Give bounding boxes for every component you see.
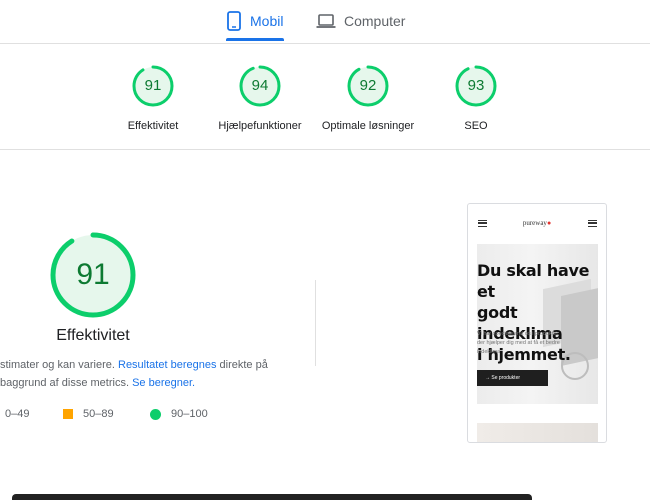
device-tabs: Mobil Computer [0, 0, 650, 44]
hero-title-line: Du skal have et [477, 261, 590, 301]
preview-header: pureway● [468, 204, 606, 242]
category-seo[interactable]: 93 SEO [416, 64, 536, 132]
hero-body: Vi har specialiseret os i produkter der … [477, 331, 560, 355]
preview-logo: pureway● [468, 219, 606, 227]
score-gauge: 91 [131, 64, 175, 108]
legend-pass-label: 90–100 [171, 408, 208, 420]
description-text: stimater og kan variere. [0, 359, 118, 371]
score-gauge: 92 [346, 64, 390, 108]
pass-circle-icon [150, 408, 161, 420]
logo-dot: ● [546, 219, 552, 227]
see-products-button: → Se produkter [477, 370, 548, 386]
bottom-dark-bar [12, 494, 532, 500]
legend-fail-label: 0–49 [5, 408, 30, 420]
description-text: baggrund af disse metrics. [0, 377, 133, 389]
see-calculator-link[interactable]: Se beregner. [132, 377, 195, 389]
category-scores: 91 Effektivitet 94 Hjælpefunktioner 92 O… [0, 44, 650, 150]
score-value: 91 [144, 77, 162, 94]
score-value: 92 [359, 77, 377, 94]
performance-gauge-large: 91 [48, 230, 138, 320]
category-label: Optimale løsninger [321, 120, 415, 132]
score-value: 94 [251, 77, 269, 94]
score-gauge: 93 [454, 64, 498, 108]
tab-desktop[interactable]: Computer [316, 0, 405, 42]
hamburger-menu-icon [588, 220, 597, 227]
score-gauge: 94 [238, 64, 282, 108]
category-performance[interactable]: 91 Effektivitet [93, 64, 213, 132]
category-best-practices[interactable]: 92 Optimale løsninger [308, 64, 428, 132]
tab-desktop-label: Computer [344, 13, 406, 29]
tab-mobile[interactable]: Mobil [226, 0, 283, 42]
calculation-link[interactable]: Resultatet beregnes [118, 359, 216, 371]
active-tab-indicator [226, 38, 284, 41]
category-label: Hjælpefunktioner [218, 120, 302, 132]
tab-mobile-label: Mobil [250, 13, 284, 29]
legend-average-label: 50–89 [83, 408, 114, 420]
preview-next-section [477, 423, 598, 442]
see-products-label: Se produkter [491, 375, 521, 381]
description-text: direkte på [216, 359, 268, 371]
score-legend: 0–49 50–89 90–100 [0, 408, 300, 424]
performance-description: stimater og kan variere. Resultatet bere… [0, 356, 300, 392]
average-square-icon [63, 409, 73, 419]
legend-fail: 0–49 [5, 408, 29, 420]
score-value: 93 [467, 77, 485, 94]
vertical-divider [315, 280, 316, 366]
laptop-icon [316, 14, 336, 28]
logo-text: pureway [522, 219, 547, 227]
category-accessibility[interactable]: 94 Hjælpefunktioner [200, 64, 320, 132]
category-label: SEO [464, 120, 488, 132]
legend-pass: 90–100 [150, 408, 208, 420]
description-line-2: baggrund af disse metrics. Se beregner. [0, 374, 300, 392]
preview-hero: Du skal have et godt indeklima i hjemmet… [477, 244, 598, 404]
arrow-right-icon: → [485, 375, 490, 381]
performance-title: Effektivitet [56, 327, 130, 344]
performance-score-value: 91 [76, 258, 110, 291]
description-line-1: stimater og kan variere. Resultatet bere… [0, 356, 300, 374]
page-screenshot-preview[interactable]: pureway● Du skal have et godt indeklima … [467, 203, 607, 443]
legend-average: 50–89 [63, 408, 114, 420]
smartphone-icon [227, 11, 241, 31]
category-label: Effektivitet [127, 120, 179, 132]
